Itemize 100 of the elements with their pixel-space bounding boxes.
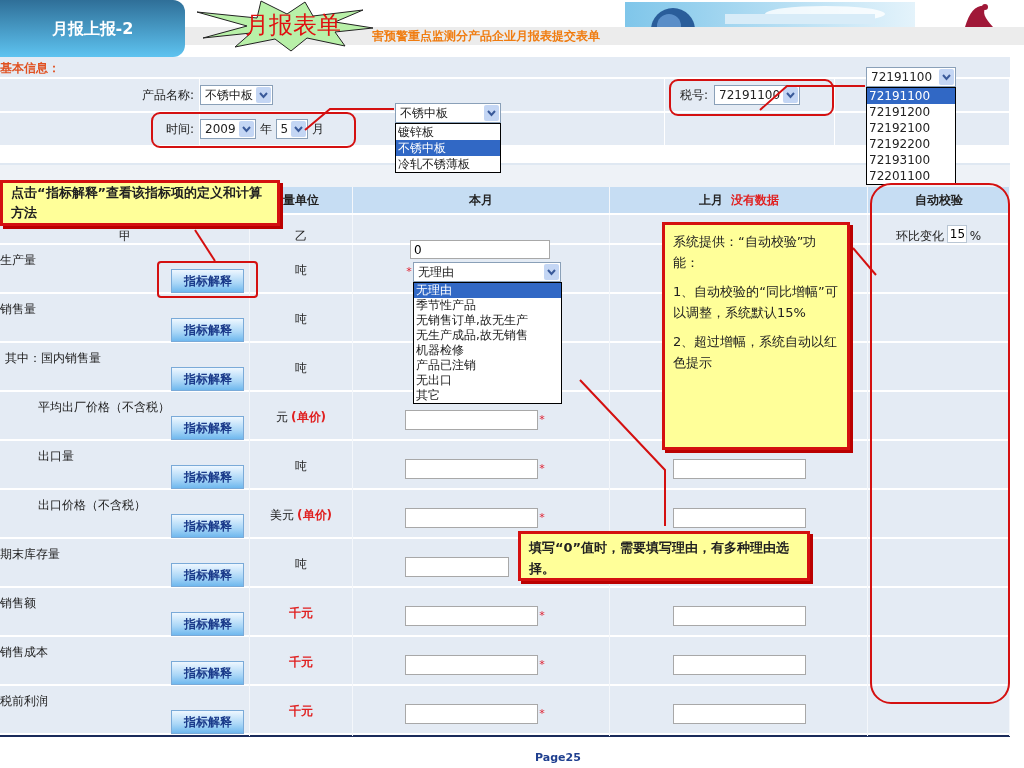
- unit-note: (单价): [291, 409, 326, 426]
- unit-label: 年: [259, 121, 272, 138]
- callout-text: 系统提供：“自动校验”功能：: [673, 233, 818, 272]
- callout-text: 2、超过增幅，系统自动以红色提示: [673, 333, 839, 372]
- dropdown-option[interactable]: 72201100: [867, 168, 955, 184]
- select-field[interactable]: 不锈中板: [395, 103, 501, 123]
- column-header: 量单位: [283, 192, 319, 209]
- callout-text: 填写“0”值时，需要填写理由，有多种理由选择。: [529, 539, 791, 578]
- dropdown-option[interactable]: 季节性产品: [414, 298, 561, 313]
- row-label: 税前利润: [0, 694, 48, 708]
- row-label: 其中：国内销售量: [5, 351, 101, 365]
- unit-label: 美元: [270, 507, 294, 524]
- required-mark: *: [538, 656, 546, 673]
- field-label: 环比变化: [895, 229, 944, 243]
- input-field[interactable]: [673, 655, 806, 675]
- chevron-down-icon: [291, 121, 307, 137]
- select-field[interactable]: 5: [275, 119, 309, 139]
- column-header: 自动校验: [914, 192, 963, 209]
- field-label: 时间:: [165, 121, 194, 138]
- explain-button[interactable]: 指标解释: [171, 465, 244, 489]
- explain-button[interactable]: 指标解释: [171, 416, 244, 440]
- required-mark: *: [538, 509, 546, 526]
- unit-label: 千元: [289, 605, 313, 622]
- code-label: 乙: [295, 229, 307, 243]
- unit-label: 吨: [295, 556, 307, 573]
- select-field[interactable]: 72191100: [866, 67, 956, 87]
- input-field[interactable]: 15: [946, 225, 967, 243]
- explain-button[interactable]: 指标解释: [171, 710, 244, 734]
- explain-button[interactable]: 指标解释: [171, 318, 244, 342]
- dropdown-option[interactable]: 机器检修: [414, 343, 561, 358]
- required-mark: *: [405, 263, 413, 280]
- slide-title: 月报上报-2: [0, 0, 185, 57]
- input-field[interactable]: [405, 557, 509, 577]
- unit-label: 吨: [295, 262, 307, 279]
- unit-note: (单价): [297, 507, 332, 524]
- page-number: Page25: [535, 750, 581, 766]
- input-field[interactable]: 0: [410, 240, 550, 259]
- input-field[interactable]: [405, 606, 538, 626]
- chevron-down-icon: [238, 121, 254, 137]
- status-note: 没有数据: [730, 192, 779, 209]
- input-field[interactable]: [405, 459, 538, 479]
- dropdown-option[interactable]: 其它: [414, 388, 561, 403]
- explain-button[interactable]: 指标解释: [171, 514, 244, 538]
- unit-label: 吨: [295, 458, 307, 475]
- unit-label: 吨: [295, 360, 307, 377]
- row-label: 平均出厂价格（不含税）: [38, 400, 170, 414]
- input-field[interactable]: [673, 704, 806, 724]
- row-label: 销售成本: [0, 645, 48, 659]
- input-field[interactable]: [405, 410, 538, 430]
- callout-text: 1、自动校验的“同比增幅”可以调整，系统默认15%: [673, 283, 839, 322]
- dropdown-option[interactable]: 无理由: [414, 283, 561, 298]
- code-label: 甲: [118, 229, 131, 243]
- chevron-down-icon: [783, 87, 799, 103]
- dropdown-option[interactable]: 72191200: [867, 104, 955, 120]
- dropdown-option[interactable]: 冷轧不锈薄板: [396, 156, 500, 172]
- required-mark: *: [538, 705, 546, 722]
- dropdown-option[interactable]: 无生产成品,故无销售: [414, 328, 561, 343]
- unit-label: 吨: [295, 311, 307, 328]
- input-field[interactable]: [673, 508, 806, 528]
- dropdown-option[interactable]: 镀锌板: [396, 124, 500, 140]
- row-label: 期末库存量: [0, 547, 60, 561]
- unit-label: %: [969, 229, 982, 243]
- dropdown-option[interactable]: 不锈中板: [396, 140, 500, 156]
- explain-button[interactable]: 指标解释: [171, 563, 244, 587]
- input-field[interactable]: [673, 459, 806, 479]
- row-label: 销售量: [0, 302, 36, 316]
- select-field[interactable]: 不锈中板: [200, 85, 273, 105]
- row-label: 出口价格（不含税）: [38, 498, 146, 512]
- explain-button[interactable]: 指标解释: [171, 612, 244, 636]
- unit-label: 元: [276, 409, 288, 426]
- required-mark: *: [538, 460, 546, 477]
- dropdown-option[interactable]: 无销售订单,故无生产: [414, 313, 561, 328]
- select-field[interactable]: 2009: [200, 119, 256, 139]
- dropdown-option[interactable]: 72191100: [867, 88, 955, 104]
- required-mark: *: [538, 607, 546, 624]
- unit-label: 千元: [289, 654, 313, 671]
- input-field[interactable]: [405, 704, 538, 724]
- row-label: 生产量: [0, 253, 36, 267]
- select-field[interactable]: 无理由: [413, 262, 561, 282]
- chevron-down-icon: [544, 264, 559, 280]
- explain-button[interactable]: 指标解释: [171, 269, 244, 293]
- dropdown-option[interactable]: 无出口: [414, 373, 561, 388]
- input-field[interactable]: [405, 655, 538, 675]
- explain-button[interactable]: 指标解释: [171, 367, 244, 391]
- unit-label: 月: [312, 121, 325, 138]
- dropdown-option[interactable]: 72192100: [867, 120, 955, 136]
- input-field[interactable]: [405, 508, 538, 528]
- row-label: 出口量: [38, 449, 74, 463]
- required-mark: *: [538, 411, 546, 428]
- dropdown-option[interactable]: 72193100: [867, 152, 955, 168]
- row-label: 销售额: [0, 596, 36, 610]
- dropdown-option[interactable]: 72192200: [867, 136, 955, 152]
- input-field[interactable]: [673, 606, 806, 626]
- field-label: 税号:: [680, 87, 709, 104]
- dropdown-option[interactable]: 产品已注销: [414, 358, 561, 373]
- explain-button[interactable]: 指标解释: [171, 661, 244, 685]
- column-header: 上月: [698, 192, 723, 209]
- unit-label: 千元: [289, 703, 313, 720]
- chevron-down-icon: [256, 87, 271, 103]
- chevron-down-icon: [484, 105, 499, 121]
